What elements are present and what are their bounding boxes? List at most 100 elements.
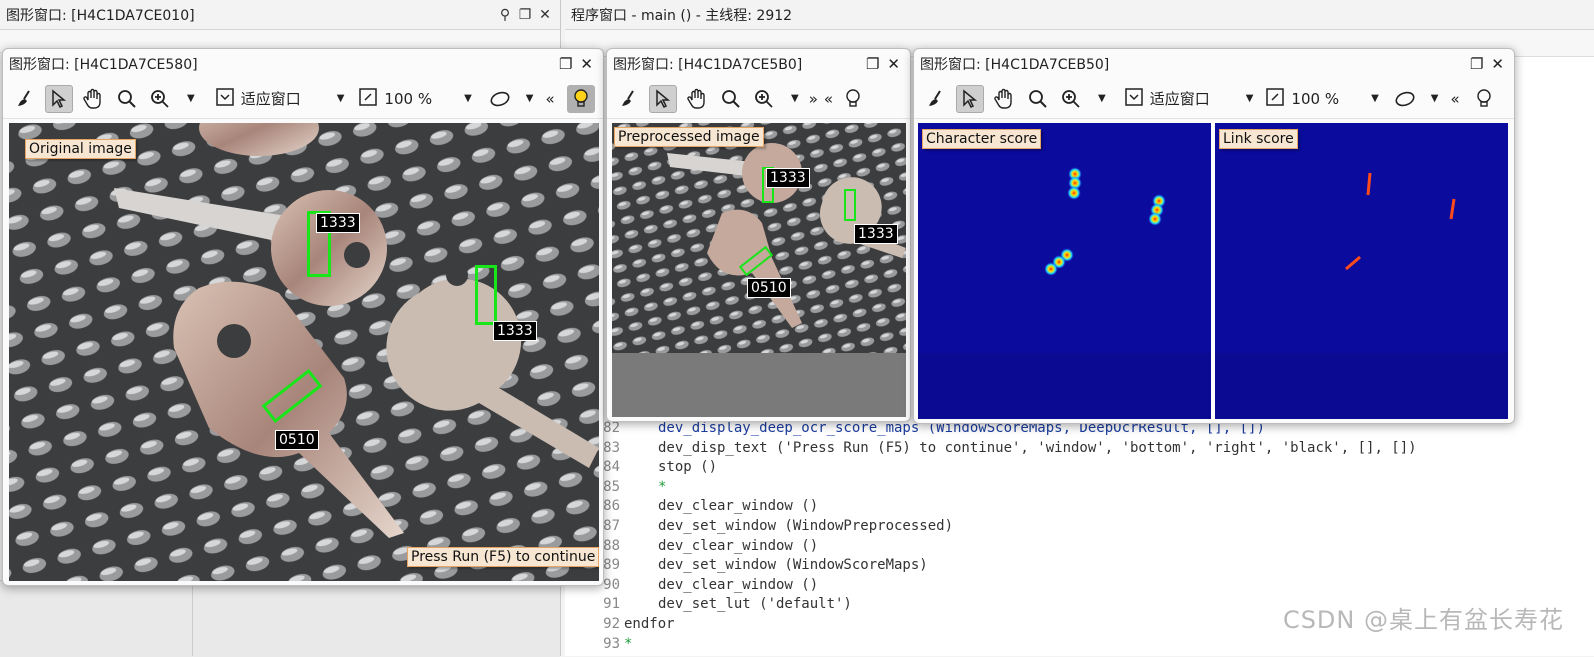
chevron-down-icon: ▼ [464, 93, 472, 104]
chevron-down-icon: ▼ [1245, 93, 1254, 104]
bg-graphics-titlebar[interactable]: 图形窗口: [H4C1DA7CE010] ⚲ ❐ ✕ [0, 0, 560, 30]
bg-graphics-title: 图形窗口: [H4C1DA7CE010] [6, 7, 195, 24]
search-icon[interactable] [113, 85, 141, 113]
fit-window-icon [215, 87, 235, 111]
chevron-down-icon: ▼ [1371, 93, 1379, 104]
graphics-toolbar: ▼ 适应窗口 ▼ 100 % ▼ ▼ « [3, 79, 603, 119]
code-line: 84 stop () [603, 459, 718, 476]
original-image-label: Original image [25, 139, 136, 159]
bulb-icon[interactable] [566, 84, 595, 113]
ocr-result-label: 0510 [275, 430, 319, 450]
zoom-combo[interactable]: 100 % ▼ [1265, 87, 1379, 111]
zoom-in-icon[interactable] [147, 85, 175, 113]
bg-panel-lower [0, 580, 560, 657]
fit-window-label: 适应窗口 [1149, 90, 1210, 108]
fit-window-combo[interactable]: 适应窗口 ▼ [215, 87, 345, 111]
pin-icon[interactable]: ⚲ [498, 7, 512, 23]
graphics-window-original: 图形窗口: [H4C1DA7CE580] ❐ ✕ ▼ 适应窗口 ▼ 100 % … [2, 48, 604, 586]
close-icon[interactable]: ✕ [580, 55, 593, 73]
continue-label: Press Run (F5) to continue [407, 547, 599, 567]
close-icon[interactable]: ✕ [887, 55, 900, 73]
program-titlebar[interactable]: 程序窗口 - main () - 主线程: 2912 [565, 0, 1594, 30]
chevron-down-icon[interactable]: ▼ [791, 93, 799, 104]
fit-window-combo[interactable]: 适应窗口 ▼ [1124, 87, 1254, 111]
hand-icon[interactable] [990, 85, 1018, 113]
window-title: 图形窗口: [H4C1DA7CEB50] [920, 57, 1110, 73]
fit-window-label: 适应窗口 [240, 90, 301, 108]
chevron-down-icon: ▼ [336, 93, 345, 104]
window-titlebar[interactable]: 图形窗口: [H4C1DA7CE5B0] ❐ ✕ [607, 49, 910, 79]
ocr-region-box [844, 189, 856, 221]
image-viewport[interactable]: Preprocessed image 1333 1333 0510 [612, 123, 906, 417]
chevron-down-icon[interactable]: ▼ [187, 93, 195, 104]
graphics-toolbar: ▼ » « [607, 79, 910, 119]
restore-icon[interactable]: ❐ [518, 7, 532, 23]
code-line: 92 endfor [603, 616, 675, 632]
hand-icon[interactable] [683, 85, 711, 113]
fit-window-icon [1124, 87, 1144, 111]
collapse-toolbar-icon[interactable]: « [824, 90, 833, 108]
broom-icon[interactable] [11, 85, 39, 113]
code-line: 86 dev_clear_window () [603, 498, 819, 515]
broom-icon[interactable] [922, 85, 950, 113]
window-titlebar[interactable]: 图形窗口: [H4C1DA7CEB50] ❐ ✕ [914, 49, 1514, 79]
pointer-icon[interactable] [649, 84, 677, 113]
expand-toolbar-icon[interactable]: » [809, 90, 818, 108]
zoom-percent-icon [1265, 87, 1285, 111]
original-image [9, 123, 599, 581]
draw-shape-icon[interactable] [486, 85, 514, 113]
zoom-in-icon[interactable] [751, 85, 779, 113]
program-title: 程序窗口 - main () - 主线程: 2912 [571, 7, 793, 24]
zoom-combo[interactable]: 100 % ▼ [358, 87, 472, 111]
code-line: 90 dev_clear_window () [603, 576, 819, 593]
close-icon[interactable]: ✕ [538, 7, 552, 23]
ocr-result-label: 1333 [854, 224, 898, 244]
code-line: 85 * [603, 478, 667, 495]
ocr-region-box [475, 265, 497, 325]
code-line: 91 dev_set_lut ('default') [603, 596, 852, 613]
code-line: 87 dev_set_window (WindowPreprocessed) [603, 518, 954, 534]
search-icon[interactable] [1024, 85, 1052, 113]
pointer-icon[interactable] [956, 84, 984, 113]
hand-icon[interactable] [79, 85, 107, 113]
collapse-toolbar-icon[interactable]: « [1450, 90, 1459, 108]
window-title: 图形窗口: [H4C1DA7CE580] [9, 57, 198, 73]
code-line: 88 dev_clear_window () [603, 537, 819, 554]
code-line: 83 dev_disp_text ('Press Run (F5) to cont… [603, 439, 1417, 456]
ocr-result-label: 1333 [316, 213, 360, 233]
restore-icon[interactable]: ❐ [866, 55, 879, 73]
link-score-label: Link score [1219, 129, 1298, 149]
code-line: 89 dev_set_window (WindowScoreMaps) [603, 557, 928, 574]
collapse-toolbar-icon[interactable]: « [545, 90, 554, 108]
code-line: 93 * [603, 635, 633, 652]
restore-icon[interactable]: ❐ [559, 55, 572, 73]
chevron-down-icon[interactable]: ▼ [526, 93, 534, 104]
pointer-icon[interactable] [45, 84, 73, 113]
score-maps-image [918, 123, 1508, 419]
close-icon[interactable]: ✕ [1491, 55, 1504, 73]
character-score-label: Character score [922, 129, 1042, 149]
draw-shape-icon[interactable] [1391, 85, 1419, 113]
ocr-result-label: 1333 [766, 168, 810, 188]
chevron-down-icon[interactable]: ▼ [1431, 93, 1439, 104]
panel-divider [192, 585, 193, 656]
graphics-window-score-maps: 图形窗口: [H4C1DA7CEB50] ❐ ✕ ▼ 适应窗口 ▼ 100 % … [913, 48, 1515, 424]
chevron-down-icon[interactable]: ▼ [1098, 93, 1106, 104]
zoom-in-icon[interactable] [1058, 85, 1086, 113]
zoom-value: 100 % [1291, 89, 1340, 108]
window-titlebar[interactable]: 图形窗口: [H4C1DA7CE580] ❐ ✕ [3, 49, 603, 79]
broom-icon[interactable] [615, 85, 643, 113]
image-viewport[interactable]: Original image 1333 1333 0510 Press Run … [9, 123, 599, 581]
ocr-result-label: 0510 [747, 278, 791, 298]
search-icon[interactable] [717, 85, 745, 113]
preprocessed-image-label: Preprocessed image [614, 127, 764, 147]
watermark: CSDN @桌上有盆长寿花 [1282, 606, 1564, 634]
bulb-icon[interactable] [839, 85, 867, 113]
restore-icon[interactable]: ❐ [1470, 55, 1483, 73]
zoom-value: 100 % [384, 89, 433, 108]
graphics-toolbar: ▼ 适应窗口 ▼ 100 % ▼ ▼ « [914, 79, 1514, 119]
score-maps-viewport[interactable]: Character score Link score [918, 123, 1508, 419]
zoom-percent-icon [358, 87, 378, 111]
bulb-icon[interactable] [1470, 85, 1498, 113]
graphics-window-preprocessed: 图形窗口: [H4C1DA7CE5B0] ❐ ✕ ▼ » « Preproces… [606, 48, 911, 422]
